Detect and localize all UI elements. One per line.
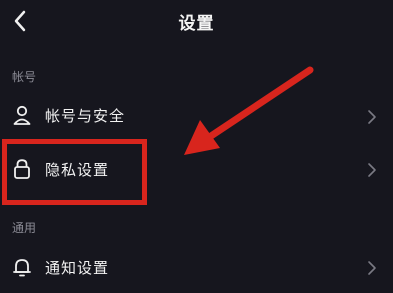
- user-icon: [12, 104, 32, 126]
- settings-item-notifications[interactable]: 通知设置: [0, 243, 393, 293]
- page-title: 设置: [178, 14, 215, 34]
- chevron-right-icon: [367, 162, 377, 178]
- settings-item-label: 帐号与安全: [45, 107, 126, 125]
- chevron-right-icon: [367, 109, 377, 125]
- chevron-right-icon: [367, 260, 377, 276]
- nav-header: 设置: [0, 0, 393, 44]
- section-label-account: 帐号: [12, 70, 37, 84]
- annotation-highlight-box: [2, 139, 147, 205]
- section-label-general: 通用: [12, 221, 37, 235]
- settings-item-label: 通知设置: [45, 259, 110, 277]
- annotation-arrow: [184, 66, 314, 155]
- bell-icon: [12, 256, 32, 278]
